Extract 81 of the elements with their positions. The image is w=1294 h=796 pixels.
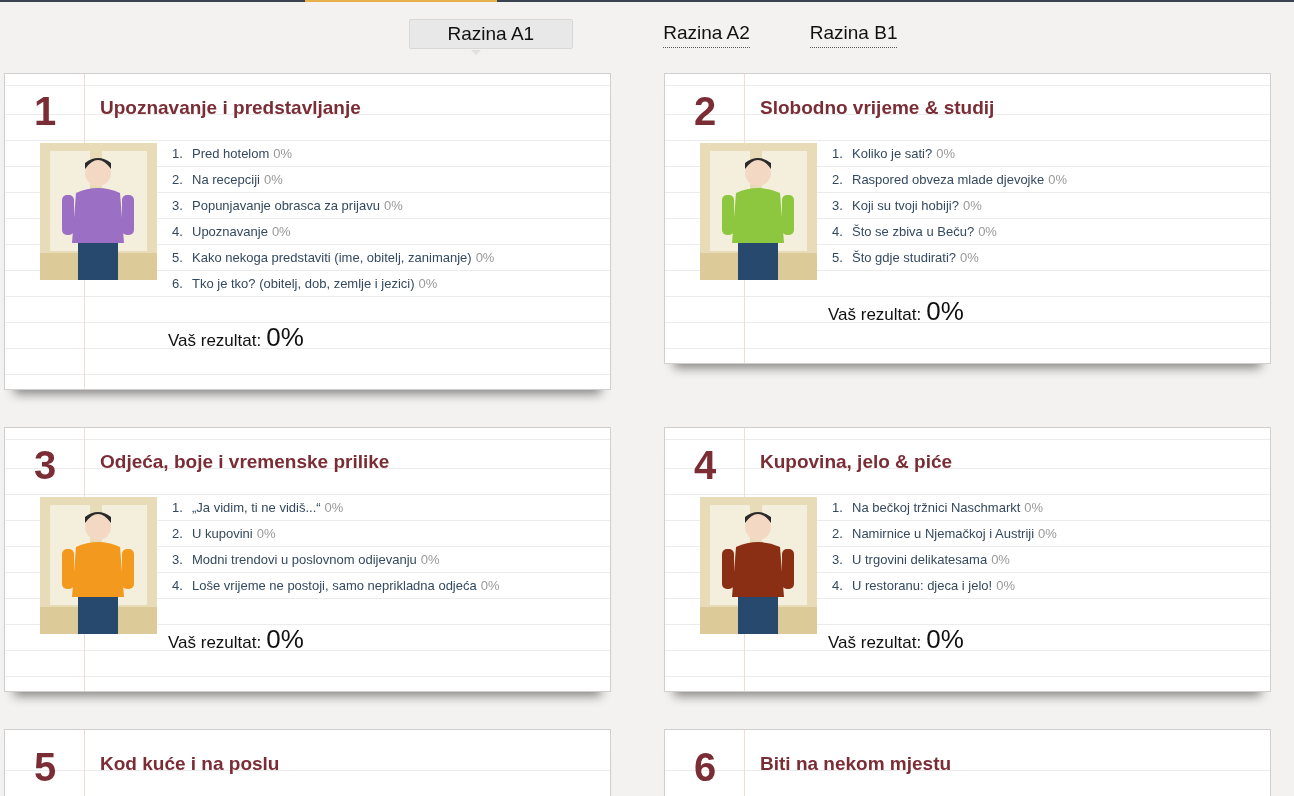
lesson-score: 0%: [1038, 525, 1057, 541]
lesson-score: 0%: [991, 551, 1010, 567]
lesson-link[interactable]: Na recepciji: [192, 171, 260, 187]
lesson-score: 0%: [960, 249, 979, 265]
lesson-number: 3.: [832, 197, 844, 213]
lesson-link[interactable]: Loše vrijeme ne postoji, samo neprikladna odjeća: [192, 577, 477, 593]
lesson-number: 4.: [172, 223, 184, 239]
lesson-link[interactable]: Kako nekoga predstaviti (ime, obitelj, zanimanje): [192, 249, 472, 265]
result-label: Vaš rezultat:: [168, 331, 262, 351]
lesson-number: 1.: [172, 145, 184, 161]
lesson-link[interactable]: Tko je tko? (obitelj, dob, zemlje i jezici): [192, 275, 415, 291]
unit-title[interactable]: Kupovina, jelo & piće: [745, 449, 953, 473]
lesson-link[interactable]: Što gdje studirati?: [852, 249, 957, 265]
lesson-link[interactable]: Koji su tvoji hobiji?: [852, 197, 959, 213]
lesson-score: 0%: [475, 249, 495, 265]
lesson-number: 5.: [172, 249, 184, 265]
lesson-score: 0%: [996, 577, 1015, 593]
lesson-number: 4.: [832, 577, 844, 593]
lesson-link[interactable]: Raspored obveza mlade djevojke: [852, 171, 1045, 187]
lesson-number: 1.: [832, 499, 844, 515]
lesson-number: 2.: [172, 171, 184, 187]
lesson-number: 2.: [832, 525, 844, 541]
lesson-score: 0%: [1048, 171, 1068, 187]
lesson-link[interactable]: Koliko je sati?: [852, 145, 933, 161]
lesson-number: 4.: [172, 577, 184, 593]
lesson-score: 0%: [324, 499, 344, 515]
result-label: Vaš rezultat:: [828, 305, 922, 325]
lesson-number: 3.: [172, 551, 184, 567]
lesson-score: 0%: [480, 577, 500, 593]
lesson-score: 0%: [418, 275, 438, 291]
lesson-link[interactable]: Na bečkoj tržnici Naschmarkt: [852, 499, 1021, 515]
lesson-score: 0%: [271, 223, 291, 239]
lesson-score: 0%: [1024, 499, 1044, 515]
lesson-number: 2.: [172, 525, 184, 541]
lesson-score: 0%: [273, 145, 293, 161]
lesson-link[interactable]: Popunjavanje obrasca za prijavu: [192, 197, 380, 213]
level-tab[interactable]: Razina A1: [408, 19, 574, 49]
lesson-score: 0%: [263, 171, 283, 187]
lesson-number: 3.: [832, 551, 844, 567]
lesson-link[interactable]: Što se zbiva u Beču?: [852, 223, 975, 239]
lesson-score: 0%: [978, 223, 997, 239]
tab-pointer-icon: [470, 50, 481, 55]
lesson-score: 0%: [962, 197, 982, 213]
result-value: 0%: [926, 296, 964, 327]
unit-number: 1: [32, 87, 58, 134]
lesson-link[interactable]: Modni trendovi u poslovnom odijevanju: [192, 551, 417, 567]
lesson-link[interactable]: U trgovini delikatesama: [852, 551, 988, 567]
level-tab[interactable]: Razina B1: [809, 19, 898, 48]
unit-title[interactable]: Slobodno vrijeme & studij: [745, 95, 995, 119]
lesson-link[interactable]: U restoranu: djeca i jelo!: [852, 577, 993, 593]
lesson-number: 1.: [832, 145, 844, 161]
lesson-number: 6.: [172, 275, 184, 291]
unit-title[interactable]: Upoznavanje i predstavljanje: [85, 95, 361, 119]
result-value: 0%: [266, 624, 304, 655]
lesson-number: 2.: [832, 171, 844, 187]
level-tab[interactable]: Razina A2: [663, 19, 750, 48]
lesson-number: 4.: [832, 223, 844, 239]
unit-number: 4: [692, 441, 718, 488]
lesson-link[interactable]: U kupovini: [192, 525, 253, 541]
unit-title[interactable]: Biti na nekom mjestu: [745, 751, 952, 775]
lesson-number: 5.: [832, 249, 844, 265]
unit-number: 5: [32, 743, 58, 790]
lesson-link[interactable]: Pred hotelom: [192, 145, 270, 161]
unit-title[interactable]: Odjeća, boje i vremenske prilike: [85, 449, 390, 473]
result-value: 0%: [266, 322, 304, 353]
unit-number: 3: [32, 441, 58, 488]
lesson-number: 3.: [172, 197, 184, 213]
lesson-score: 0%: [383, 197, 403, 213]
result-label: Vaš rezultat:: [168, 633, 262, 653]
lesson-number: 1.: [172, 499, 184, 515]
unit-number: 2: [692, 87, 718, 134]
lesson-link[interactable]: Upoznavanje: [192, 223, 268, 239]
result-value: 0%: [926, 624, 964, 655]
lesson-score: 0%: [936, 145, 955, 161]
lesson-link[interactable]: Namirnice u Njemačkoj i Austriji: [852, 525, 1035, 541]
result-label: Vaš rezultat:: [828, 633, 922, 653]
lesson-score: 0%: [256, 525, 276, 541]
unit-title[interactable]: Kod kuće i na poslu: [85, 751, 280, 775]
lesson-score: 0%: [420, 551, 440, 567]
unit-number: 6: [692, 743, 718, 790]
lesson-link[interactable]: „Ja vidim, ti ne vidiš...“: [192, 499, 321, 515]
